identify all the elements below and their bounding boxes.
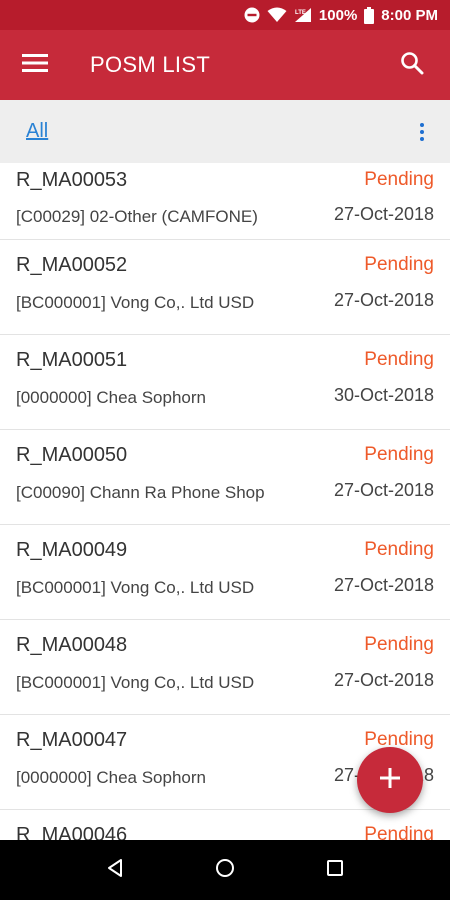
filter-all-link[interactable]: All	[26, 120, 48, 143]
status-bar: LTE 100% 8:00 PM	[0, 0, 450, 30]
more-vert-icon	[420, 122, 424, 127]
nav-recents-button[interactable]	[310, 845, 360, 895]
posm-list: R_MA00053 Pending [C00029] 02-Other (CAM…	[0, 163, 450, 840]
item-code: R_MA00048	[16, 634, 128, 656]
item-date: 27-Oct-2018	[333, 480, 434, 500]
item-status: Pending	[364, 254, 434, 275]
item-status: Pending	[364, 539, 434, 560]
item-status: Pending	[364, 824, 434, 840]
list-item[interactable]: R_MA00053 Pending [C00029] 02-Other (CAM…	[0, 163, 450, 240]
item-status: Pending	[364, 349, 434, 370]
navigation-bar	[0, 840, 450, 900]
page-title: POSM LIST	[90, 52, 211, 77]
item-date: 27-Oct-2018	[333, 670, 434, 690]
item-date: 27-Oct-2018	[333, 575, 434, 595]
wifi-icon	[267, 7, 287, 23]
item-status: Pending	[364, 169, 434, 190]
menu-button[interactable]	[0, 30, 70, 100]
back-triangle-icon	[106, 858, 124, 883]
more-options-button[interactable]	[410, 112, 434, 152]
clock: 8:00 PM	[381, 6, 438, 24]
svg-text:LTE: LTE	[295, 10, 306, 16]
filter-bar: All	[0, 100, 450, 163]
battery-icon	[364, 6, 375, 24]
item-customer: [BC000001] Vong Co,. Ltd USD	[16, 293, 255, 312]
search-icon	[400, 51, 424, 80]
list-item[interactable]: R_MA00046 Pending	[0, 810, 450, 840]
item-customer: [BC000001] Vong Co,. Ltd USD	[16, 673, 255, 692]
list-item[interactable]: R_MA00052 Pending [BC000001] Vong Co,. L…	[0, 240, 450, 335]
battery-percent: 100%	[318, 6, 358, 24]
item-code: R_MA00053	[16, 169, 128, 191]
item-customer: [C00029] 02-Other (CAMFONE)	[16, 207, 258, 226]
home-circle-icon	[215, 858, 235, 883]
item-date: 27-Oct-2018	[333, 290, 434, 310]
add-button[interactable]	[357, 747, 423, 813]
item-code: R_MA00046	[16, 824, 128, 840]
item-code: R_MA00050	[16, 444, 128, 466]
plus-icon	[379, 767, 401, 794]
item-status: Pending	[364, 634, 434, 655]
do-not-disturb-icon	[244, 7, 260, 23]
nav-back-button[interactable]	[90, 845, 140, 895]
list-item[interactable]: R_MA00049 Pending [BC000001] Vong Co,. L…	[0, 525, 450, 620]
item-code: R_MA00049	[16, 539, 128, 561]
search-button[interactable]	[382, 30, 442, 100]
list-item[interactable]: R_MA00048 Pending [BC000001] Vong Co,. L…	[0, 620, 450, 715]
item-code: R_MA00051	[16, 349, 128, 371]
hamburger-menu-icon	[22, 53, 48, 78]
item-customer: [BC000001] Vong Co,. Ltd USD	[16, 578, 255, 597]
app-bar: POSM LIST	[0, 30, 450, 100]
recents-square-icon	[326, 859, 344, 882]
item-customer: [0000000] Chea Sophorn	[16, 388, 206, 407]
item-date: 27-Oct-2018	[333, 204, 434, 224]
lte-signal-icon: LTE	[294, 7, 312, 23]
list-item[interactable]: R_MA00051 Pending [0000000] Chea Sophorn…	[0, 335, 450, 430]
item-customer: [C00090] Chann Ra Phone Shop	[16, 483, 265, 502]
item-customer: [0000000] Chea Sophorn	[16, 768, 206, 787]
item-date: 30-Oct-2018	[333, 385, 434, 405]
item-code: R_MA00052	[16, 254, 128, 276]
item-status: Pending	[364, 444, 434, 465]
nav-home-button[interactable]	[200, 845, 250, 895]
item-code: R_MA00047	[16, 729, 128, 751]
list-item[interactable]: R_MA00050 Pending [C00090] Chann Ra Phon…	[0, 430, 450, 525]
